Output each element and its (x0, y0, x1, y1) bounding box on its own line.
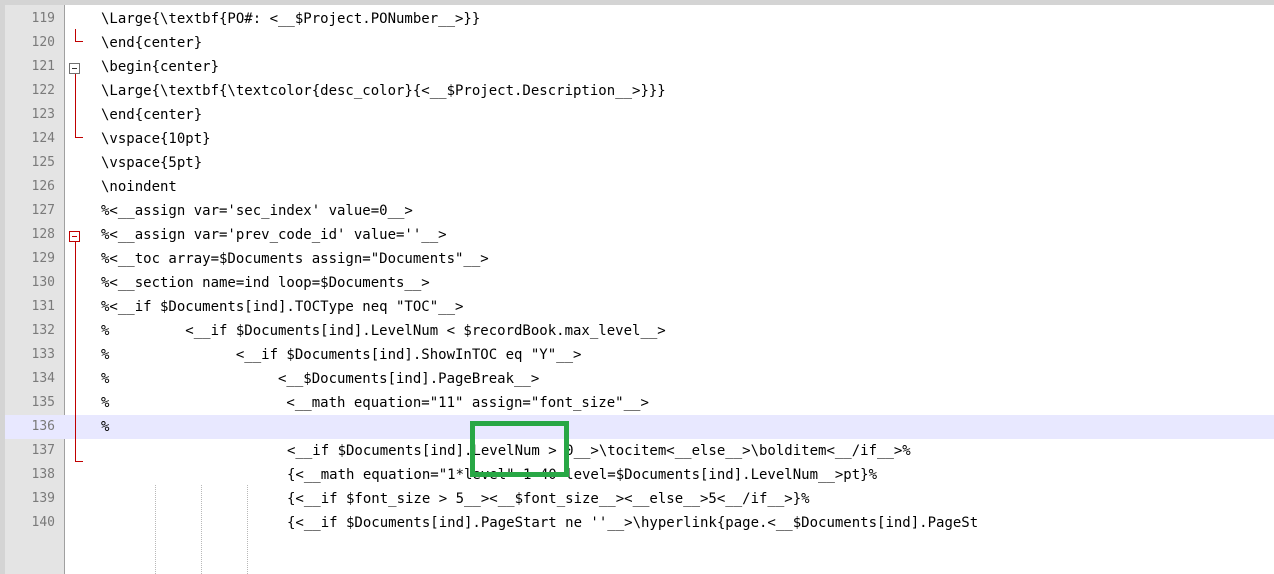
code-line[interactable]: 130 %<__section name=ind loop=$Documents_… (5, 271, 1274, 295)
line-number: 122 (31, 83, 55, 98)
fold-end-tick (75, 41, 83, 42)
annotation-highlight-box (470, 421, 569, 477)
line-number: 124 (31, 131, 55, 146)
line-number: 139 (31, 491, 55, 506)
code-text: {<__if $font_size > 5__><__$font_size__>… (287, 491, 810, 507)
line-number: 120 (31, 35, 55, 50)
code-text: % <__math equation="11" assign="font_siz… (101, 395, 649, 411)
line-number: 132 (31, 323, 55, 338)
fold-end-tick (75, 137, 83, 138)
line-number: 138 (31, 467, 55, 482)
code-line[interactable]: 119 \Large{\textbf{PO#: <__$Project.PONum… (5, 7, 1274, 31)
code-line[interactable]: 136% (5, 415, 1274, 439)
code-text: \Large{\textbf{\textcolor{desc_color}{<_… (101, 83, 666, 99)
code-line[interactable]: 128 %<__assign var='prev_code_id' value='… (5, 223, 1274, 247)
indent-guide (201, 485, 202, 574)
code-line[interactable]: 139 {<__if $font_size > 5__><__$font_size… (5, 487, 1274, 511)
line-number: 123 (31, 107, 55, 122)
code-text: \vspace{5pt} (101, 155, 203, 171)
fold-line (75, 29, 76, 41)
code-text: <__if $Documents[ind].LevelNum > 0__>\to… (287, 443, 911, 459)
code-line[interactable]: 140 {<__if $Documents[ind].PageStart ne '… (5, 511, 1274, 535)
line-number: 121 (31, 59, 55, 74)
code-line[interactable]: 132 % <__if $Documents[ind].LevelNum < $r… (5, 319, 1274, 343)
code-text: \noindent (101, 179, 177, 195)
code-line[interactable]: 125 \vspace{5pt} (5, 151, 1274, 175)
code-text: \vspace{10pt} (101, 131, 211, 147)
line-number: 130 (31, 275, 55, 290)
code-text: % <__if $Documents[ind].ShowInTOC eq "Y"… (101, 347, 582, 363)
line-number: 129 (31, 251, 55, 266)
line-number: 125 (31, 155, 55, 170)
code-line[interactable]: 120 \end{center} (5, 31, 1274, 55)
code-line[interactable]: 131 %<__if $Documents[ind].TOCType neq "T… (5, 295, 1274, 319)
code-text: % <__$Documents[ind].PageBreak__> (101, 371, 540, 387)
code-text: {<__if $Documents[ind].PageStart ne ''__… (287, 515, 979, 531)
code-text: \end{center} (101, 107, 203, 123)
code-text: \end{center} (101, 35, 203, 51)
code-line[interactable]: 129 %<__toc array=$Documents assign="Docu… (5, 247, 1274, 271)
code-line[interactable]: 122 \Large{\textbf{\textcolor{desc_color}… (5, 79, 1274, 103)
code-line[interactable]: 124 \vspace{10pt} (5, 127, 1274, 151)
fold-line (75, 242, 76, 461)
indent-guide (247, 485, 248, 574)
code-text: % (101, 419, 110, 435)
code-text: %<__if $Documents[ind].TOCType neq "TOC"… (101, 299, 464, 315)
code-line[interactable]: 123 \end{center} (5, 103, 1274, 127)
code-text: %<__assign var='prev_code_id' value=''__… (101, 227, 447, 243)
code-line[interactable]: 135 % <__math equation="11" assign="font_… (5, 391, 1274, 415)
code-line[interactable]: 137 <__if $Documents[ind].LevelNum > 0__>… (5, 439, 1274, 463)
code-text: \Large{\textbf{PO#: <__$Project.PONumber… (101, 11, 481, 27)
fold-line (75, 74, 76, 137)
fold-end-tick (75, 461, 83, 462)
fold-toggle-icon[interactable] (69, 231, 80, 242)
line-number: 133 (31, 347, 55, 362)
code-line[interactable]: 127 %<__assign var='sec_index' value=0__> (5, 199, 1274, 223)
code-line[interactable]: 121 \begin{center} (5, 55, 1274, 79)
line-number: 134 (31, 371, 55, 386)
line-number: 126 (31, 179, 55, 194)
code-text: %<__section name=ind loop=$Documents__> (101, 275, 430, 291)
code-text: \begin{center} (101, 59, 220, 75)
code-editor[interactable]: 119 \Large{\textbf{PO#: <__$Project.PONum… (5, 5, 1274, 574)
code-text: % <__if $Documents[ind].LevelNum < $reco… (101, 323, 666, 339)
fold-toggle-icon[interactable] (69, 63, 80, 74)
code-line[interactable]: 133 % <__if $Documents[ind].ShowInTOC eq … (5, 343, 1274, 367)
code-line[interactable]: 134 % <__$Documents[ind].PageBreak__> (5, 367, 1274, 391)
code-line[interactable]: 126 \noindent (5, 175, 1274, 199)
code-text: {<__math equation="1*level" 1=40 level=$… (287, 467, 878, 483)
line-number: 137 (31, 443, 55, 458)
code-text: %<__assign var='sec_index' value=0__> (101, 203, 413, 219)
line-number: 119 (31, 11, 55, 26)
indent-guide (155, 485, 156, 574)
line-number: 136 (31, 419, 55, 434)
code-text: %<__toc array=$Documents assign="Documen… (101, 251, 489, 267)
code-line[interactable]: 138 {<__math equation="1*level" 1=40 leve… (5, 463, 1274, 487)
line-number: 127 (31, 203, 55, 218)
line-number: 131 (31, 299, 55, 314)
line-number: 140 (31, 515, 55, 530)
line-number: 128 (31, 227, 55, 242)
line-number: 135 (31, 395, 55, 410)
